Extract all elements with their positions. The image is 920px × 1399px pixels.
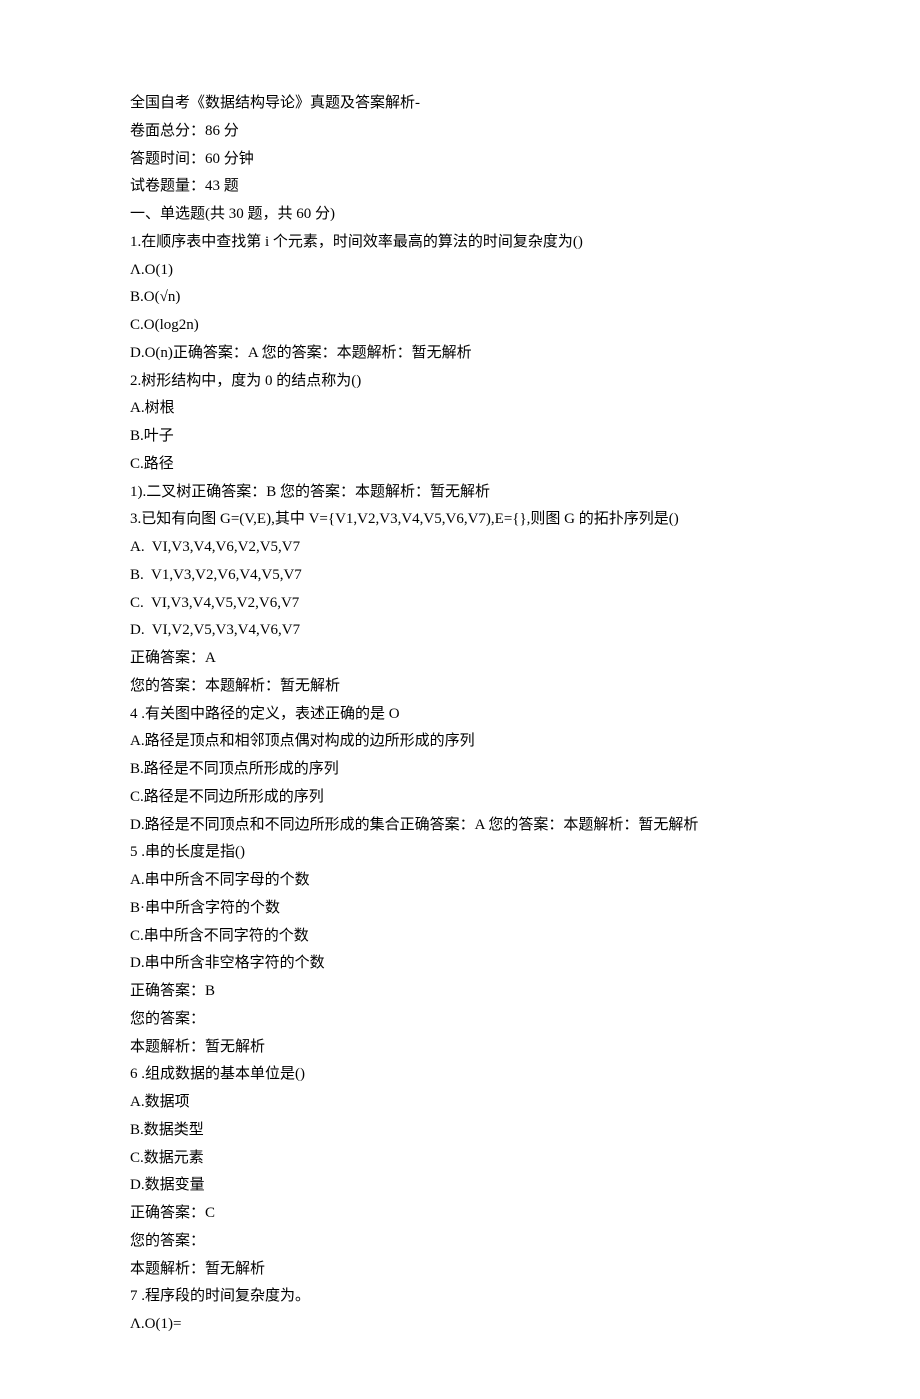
q7-stem: 7 .程序段的时间复杂度为。 [130, 1283, 790, 1311]
q1-option-c: C.O(log2n) [130, 312, 790, 340]
q5-option-a: A.串中所含不同字母的个数 [130, 867, 790, 895]
q1-option-a: Λ.O(1) [130, 257, 790, 285]
q5-answer: 正确答案：B [130, 978, 790, 1006]
meta-duration: 答题时间：60 分钟 [130, 146, 790, 174]
q3-option-c: C. VI,V3,V4,V5,V2,V6,V7 [130, 590, 790, 618]
q5-analysis: 本题解析：暂无解析 [130, 1034, 790, 1062]
q1-stem: 1.在顺序表中查找第 i 个元素，时间效率最高的算法的时间复杂度为() [130, 229, 790, 257]
q6-stem: 6 .组成数据的基本单位是() [130, 1061, 790, 1089]
doc-title: 全国自考《数据结构导论》真题及答案解析- [130, 90, 790, 118]
q6-option-c: C.数据元素 [130, 1145, 790, 1173]
q5-option-b: B·串中所含字符的个数 [130, 895, 790, 923]
q2-option-b: B.叶子 [130, 423, 790, 451]
q2-option-a: A.树根 [130, 395, 790, 423]
section-header: 一、单选题(共 30 题，共 60 分) [130, 201, 790, 229]
q2-option-c: C.路径 [130, 451, 790, 479]
q1-option-b: B.O(√n) [130, 284, 790, 312]
q4-stem: 4 .有关图中路径的定义，表述正确的是 O [130, 701, 790, 729]
q3-answer: 正确答案：A [130, 645, 790, 673]
q3-option-b: B. V1,V3,V2,V6,V4,V5,V7 [130, 562, 790, 590]
meta-total-score: 卷面总分：86 分 [130, 118, 790, 146]
q5-option-d: D.串中所含非空格字符的个数 [130, 950, 790, 978]
q2-option-d: 1).二叉树正确答案：B 您的答案：本题解析：暂无解析 [130, 479, 790, 507]
q1-option-d: D.O(n)正确答案：A 您的答案：本题解析：暂无解析 [130, 340, 790, 368]
q2-stem: 2.树形结构中，度为 0 的结点称为() [130, 368, 790, 396]
q7-option-a: Λ.O(1)= [130, 1311, 790, 1339]
q5-your-answer: 您的答案： [130, 1006, 790, 1034]
q4-option-a: A.路径是顶点和相邻顶点偶对构成的边所形成的序列 [130, 728, 790, 756]
q3-your-answer: 您的答案：本题解析：暂无解析 [130, 673, 790, 701]
q6-option-d: D.数据变量 [130, 1172, 790, 1200]
q6-analysis: 本题解析：暂无解析 [130, 1256, 790, 1284]
q6-answer: 正确答案：C [130, 1200, 790, 1228]
q3-option-d: D. VI,V2,V5,V3,V4,V6,V7 [130, 617, 790, 645]
meta-question-count: 试卷题量：43 题 [130, 173, 790, 201]
q5-stem: 5 .串的长度是指() [130, 839, 790, 867]
q3-stem: 3.已知有向图 G=(V,E),其中 V={V1,V2,V3,V4,V5,V6,… [130, 506, 790, 534]
q6-option-b: B.数据类型 [130, 1117, 790, 1145]
q4-option-c: C.路径是不同边所形成的序列 [130, 784, 790, 812]
q5-option-c: C.串中所含不同字符的个数 [130, 923, 790, 951]
q4-option-b: B.路径是不同顶点所形成的序列 [130, 756, 790, 784]
q6-your-answer: 您的答案： [130, 1228, 790, 1256]
q6-option-a: A.数据项 [130, 1089, 790, 1117]
q4-option-d: D.路径是不同顶点和不同边所形成的集合正确答案：A 您的答案：本题解析：暂无解析 [130, 812, 790, 840]
q3-option-a: A. VI,V3,V4,V6,V2,V5,V7 [130, 534, 790, 562]
